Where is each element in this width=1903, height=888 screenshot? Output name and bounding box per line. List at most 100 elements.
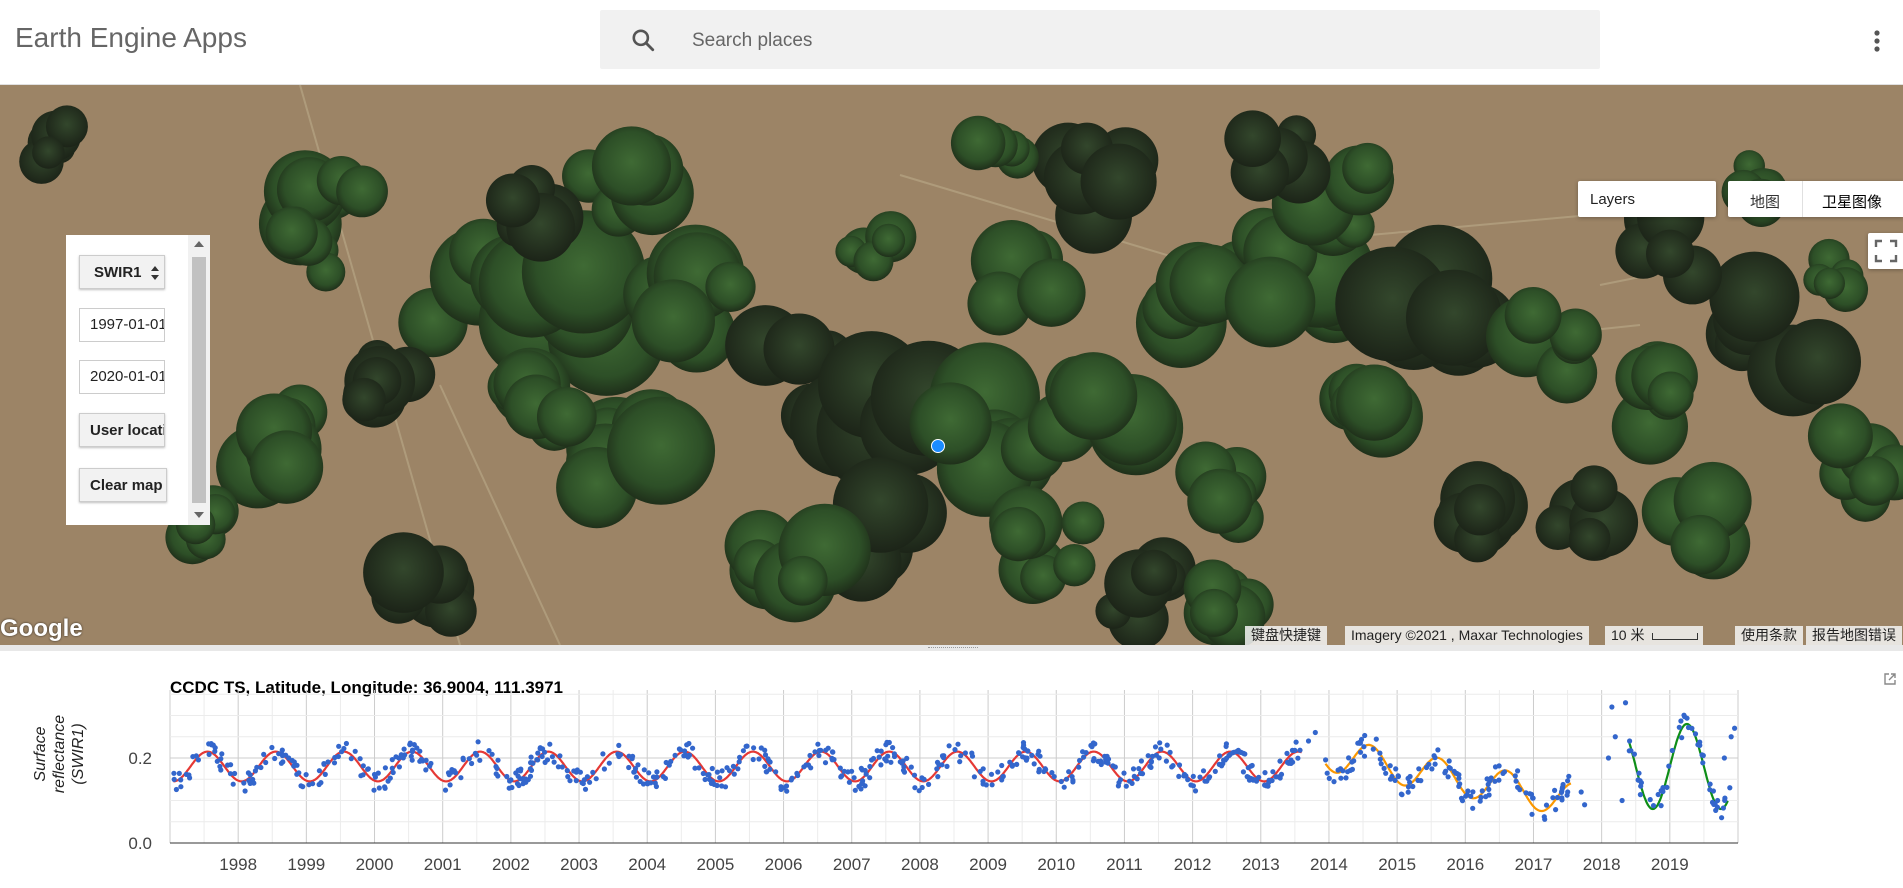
observation-point: [714, 782, 720, 789]
location-marker[interactable]: [931, 439, 945, 453]
observation-point: [1357, 749, 1364, 755]
observation-point: [1138, 758, 1144, 764]
observation-point: [1387, 776, 1394, 782]
observation-point: [371, 787, 377, 793]
terms-link[interactable]: 使用条款: [1735, 626, 1803, 645]
x-tick-label: 2015: [1378, 855, 1416, 874]
observation-point: [1429, 766, 1435, 772]
x-tick-label: 2013: [1242, 855, 1280, 874]
observation-point: [1240, 769, 1246, 775]
panel-scrollbar[interactable]: [188, 235, 210, 525]
observation-point: [409, 757, 415, 763]
tree-canopy: [1053, 544, 1096, 587]
select-arrows-icon: [151, 266, 159, 280]
search-icon[interactable]: [630, 27, 656, 53]
scroll-thumb[interactable]: [192, 257, 206, 503]
tree-canopy: [1189, 588, 1238, 637]
observation-point: [1253, 777, 1259, 783]
observation-point: [1456, 775, 1462, 781]
keyboard-shortcuts-link[interactable]: 键盘快捷键: [1245, 626, 1327, 645]
observation-point: [261, 751, 267, 757]
observation-point: [1669, 747, 1675, 754]
observation-point: [934, 759, 941, 765]
observation-point: [926, 781, 932, 787]
observation-point: [1335, 767, 1341, 773]
observation-point: [1200, 768, 1207, 774]
search-input[interactable]: [690, 28, 1574, 54]
tree-canopy: [1568, 517, 1611, 560]
observation-point: [1121, 770, 1127, 776]
map-type-satellite[interactable]: 卫星图像: [1822, 191, 1882, 212]
x-tick-label: 2004: [628, 855, 666, 874]
x-tick-label: 2012: [1174, 855, 1212, 874]
observation-point: [708, 780, 715, 786]
tree-canopy: [991, 506, 1046, 562]
observation-point: [396, 764, 402, 770]
observation-point: [724, 765, 730, 771]
observation-point: [1277, 758, 1283, 764]
map-type-roadmap[interactable]: 地图: [1750, 191, 1780, 212]
fullscreen-button[interactable]: [1868, 233, 1903, 269]
observation-point: [756, 756, 762, 762]
app-title: Earth Engine Apps: [15, 22, 247, 53]
observation-point: [294, 771, 300, 777]
observation-point: [348, 756, 354, 762]
observation-point: [650, 774, 657, 780]
scale-bar[interactable]: 10 米: [1605, 626, 1703, 645]
scroll-up-icon[interactable]: [194, 240, 204, 248]
observation-point: [520, 776, 526, 782]
start-date-input[interactable]: 1997-01-01: [79, 308, 165, 342]
tree-canopy: [631, 279, 715, 363]
x-tick-label: 2007: [833, 855, 871, 874]
observation-point: [626, 764, 632, 771]
band-select[interactable]: SWIR1: [79, 255, 165, 289]
clear-map-button[interactable]: Clear map: [79, 468, 167, 502]
observation-point: [1022, 755, 1028, 761]
popout-icon[interactable]: [1883, 672, 1897, 686]
search-box[interactable]: [600, 10, 1600, 69]
observation-point: [946, 743, 952, 749]
observation-point: [838, 774, 844, 780]
end-date-input[interactable]: 2020-01-01: [79, 360, 165, 394]
observation-point: [1235, 747, 1241, 753]
more-vert-icon[interactable]: [1870, 26, 1884, 56]
observation-point: [666, 762, 672, 768]
observation-point: [1130, 766, 1137, 772]
observation-point: [1684, 715, 1690, 721]
observation-point: [1459, 798, 1466, 804]
layers-dropdown[interactable]: Layers: [1578, 181, 1716, 217]
observation-point: [1129, 780, 1135, 786]
y-axis-label: Surface: [32, 726, 49, 781]
observation-point: [1361, 744, 1367, 750]
observation-point: [1021, 742, 1027, 748]
tree-canopy: [1570, 465, 1618, 513]
observation-point: [957, 759, 963, 765]
observation-point: [890, 745, 896, 751]
observation-point: [1689, 725, 1695, 731]
observation-point: [900, 758, 906, 764]
observation-point: [357, 756, 363, 762]
y-axis-label: reflectance: [51, 715, 68, 793]
observation-point: [653, 783, 660, 790]
observation-point: [263, 759, 269, 766]
observation-point: [1324, 770, 1330, 776]
map-type-control[interactable]: 地图 卫星图像: [1728, 181, 1903, 217]
scroll-down-icon[interactable]: [194, 511, 204, 519]
observation-point: [631, 769, 638, 775]
observation-point: [1157, 740, 1163, 746]
observation-point: [466, 756, 472, 762]
x-tick-label: 2016: [1446, 855, 1484, 874]
observation-point: [518, 766, 524, 772]
report-error-link[interactable]: 报告地图错误: [1806, 626, 1902, 645]
satellite-map[interactable]: Layers 地图 卫星图像 SWIR1 1997-01-01 2020-01-…: [0, 85, 1903, 645]
observation-point: [646, 770, 652, 776]
x-tick-label: 2019: [1651, 855, 1689, 874]
user-location-button[interactable]: User location: [79, 413, 165, 447]
observation-point: [1609, 704, 1615, 710]
x-tick-label: 2000: [356, 855, 394, 874]
x-tick-label: 2008: [901, 855, 939, 874]
observation-point: [1357, 739, 1363, 745]
observation-point: [1131, 773, 1137, 779]
observation-point: [1370, 746, 1376, 752]
observation-point: [219, 751, 225, 757]
